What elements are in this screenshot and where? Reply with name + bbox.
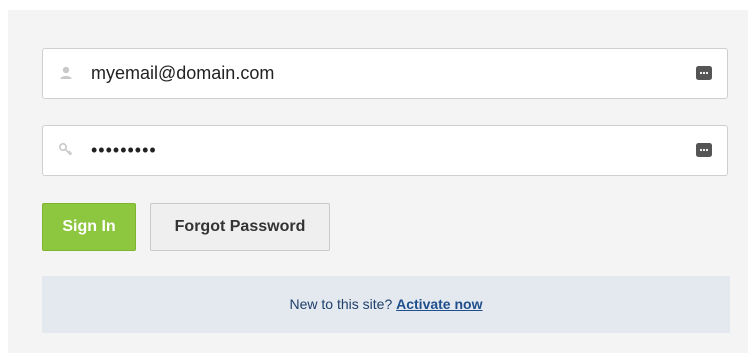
user-icon <box>60 66 72 79</box>
password-field[interactable]: ••••••••• <box>42 125 728 176</box>
activation-banner: New to this site? Activate now <box>42 276 730 333</box>
keychain-icon[interactable] <box>695 142 713 158</box>
sign-in-button[interactable]: Sign In <box>42 203 136 251</box>
key-icon <box>58 142 73 156</box>
forgot-password-button[interactable]: Forgot Password <box>150 203 330 251</box>
keychain-icon[interactable] <box>695 65 713 81</box>
email-field[interactable]: myemail@domain.com <box>42 48 728 99</box>
activate-now-link[interactable]: Activate now <box>396 296 482 312</box>
password-value: ••••••••• <box>91 140 157 160</box>
email-value: myemail@domain.com <box>91 63 275 83</box>
activation-prompt: New to this site? <box>289 296 393 312</box>
